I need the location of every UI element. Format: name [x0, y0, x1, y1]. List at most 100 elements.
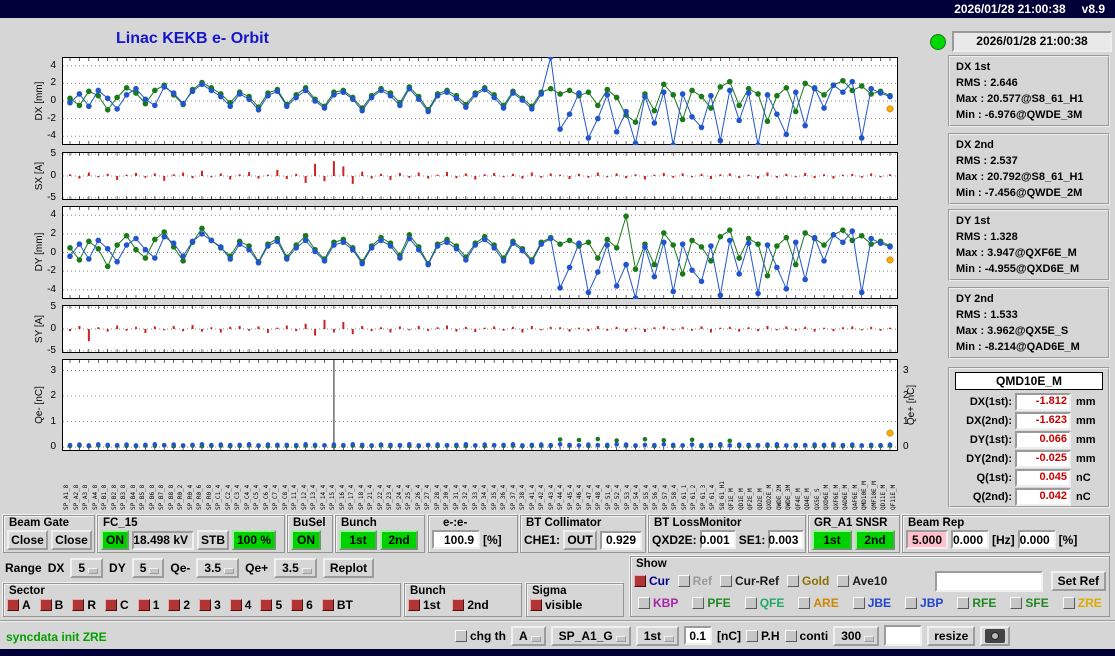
show-checkbox[interactable]	[720, 575, 733, 587]
region-checkbox[interactable]	[1010, 597, 1023, 609]
sector-toggle[interactable]: 6	[291, 598, 313, 612]
ph-toggle[interactable]: P.H	[746, 629, 780, 643]
sector-checkbox[interactable]	[229, 599, 242, 611]
sigma-title: Sigma	[532, 585, 567, 597]
range-qep-select[interactable]: 3.5	[274, 558, 317, 578]
sector-toggle[interactable]: 2	[168, 598, 190, 612]
ref-input[interactable]	[934, 570, 1043, 592]
sector-toggle[interactable]: A	[7, 598, 31, 612]
sector-toggle[interactable]: 3	[199, 598, 221, 612]
sector-toggle[interactable]: BT	[321, 598, 353, 612]
region-checkbox[interactable]	[798, 597, 811, 609]
region-toggle[interactable]: KBP	[638, 596, 678, 610]
bunch-toggle[interactable]: 1st	[408, 598, 440, 612]
sector-checkbox[interactable]	[260, 599, 273, 611]
conti-checkbox[interactable]	[784, 629, 797, 642]
sector-toggle[interactable]: 1	[137, 598, 159, 612]
show-checkbox[interactable]	[787, 575, 800, 587]
region-toggle[interactable]: JBP	[905, 596, 943, 610]
che1-out-button[interactable]: OUT	[563, 530, 598, 550]
region-checkbox[interactable]	[638, 597, 650, 609]
bunch-select[interactable]: 1st	[635, 625, 680, 646]
range-qem-select[interactable]: 3.5	[196, 558, 240, 578]
sigma-checkbox[interactable]	[530, 599, 542, 611]
show-checkbox[interactable]	[634, 575, 646, 587]
show-toggle[interactable]: Gold	[787, 574, 829, 588]
snapshot-button[interactable]	[980, 625, 1011, 646]
show-checkbox[interactable]	[837, 575, 850, 587]
region-checkbox[interactable]	[1062, 597, 1075, 609]
beam-gate-close-a-button[interactable]: Close	[7, 530, 48, 550]
range-dy-select[interactable]: 5	[131, 558, 165, 578]
beam-gate-close-b-button[interactable]: Close	[51, 530, 92, 550]
bpm-label: SP_B6_8	[148, 484, 156, 510]
range-dx-select[interactable]: 5	[70, 558, 104, 578]
show-toggle[interactable]: Cur	[634, 574, 670, 588]
sector-checkbox[interactable]	[7, 599, 19, 611]
region-toggle-label: JBP	[920, 596, 944, 610]
show-toggle[interactable]: Ave10	[837, 574, 887, 588]
bpm-label: QF11E_M	[889, 484, 897, 510]
conti-toggle[interactable]: conti	[784, 629, 828, 643]
region-toggle[interactable]: ARE	[798, 596, 839, 610]
sector-toggle[interactable]: R	[72, 598, 96, 612]
bunch-checkbox[interactable]	[408, 599, 420, 611]
region-checkbox[interactable]	[852, 597, 865, 609]
sector-select[interactable]: A	[511, 625, 546, 646]
sector-checkbox[interactable]	[39, 599, 52, 611]
bpm-select[interactable]: SP_A1_G	[550, 625, 631, 646]
region-checkbox[interactable]	[692, 597, 705, 609]
show-toggle[interactable]: Ref	[677, 574, 712, 588]
stat-min: Min : -7.456@QWDE_2M	[956, 187, 1083, 199]
sector-checkbox[interactable]	[291, 599, 304, 611]
bunch-toggle[interactable]: 2nd	[452, 598, 489, 612]
chg-th-checkbox[interactable]	[455, 629, 467, 642]
fc15-on-button[interactable]: ON	[101, 530, 129, 550]
sector-checkbox[interactable]	[137, 599, 150, 611]
monitor-row: DX(2nd): -1.623 mm	[950, 411, 1108, 430]
replot-button[interactable]: Replot	[322, 558, 375, 578]
sector-checkbox[interactable]	[168, 599, 181, 611]
show-toggle[interactable]: Cur-Ref	[720, 574, 779, 588]
fc15-stb-button[interactable]: STB	[197, 530, 229, 550]
bunch-1st-button[interactable]: 1st	[339, 530, 377, 550]
show-group: Show Cur Ref Cur-Ref Gold Ave10 Set Ref …	[630, 556, 1110, 617]
threshold-field[interactable]: 0.1	[684, 626, 713, 645]
bunch-2nd-button[interactable]: 2nd	[380, 530, 418, 550]
resize-button[interactable]: resize	[927, 625, 976, 646]
busel-on-button[interactable]: ON	[291, 530, 321, 550]
sector-toggle[interactable]: B	[39, 598, 63, 612]
sector-checkbox[interactable]	[105, 599, 118, 611]
region-checkbox[interactable]	[905, 597, 918, 609]
sector-checkbox[interactable]	[321, 599, 334, 611]
interval-select[interactable]: 300	[833, 625, 880, 646]
sector-toggle[interactable]: 4	[229, 598, 251, 612]
region-checkbox[interactable]	[744, 597, 757, 609]
axis-label-sx: SX [A]	[34, 161, 45, 191]
bunch-checkbox[interactable]	[452, 599, 465, 611]
sector-toggle[interactable]: 5	[260, 598, 282, 612]
region-toggle[interactable]: ZRE	[1062, 596, 1102, 610]
sigma-toggle[interactable]: visible	[530, 598, 582, 612]
aux-input[interactable]	[884, 625, 923, 646]
gr-snsr-1st-button[interactable]: 1st	[812, 530, 852, 550]
ph-checkbox[interactable]	[746, 629, 759, 642]
sector-toggle-label: BT	[336, 598, 353, 612]
region-toggle[interactable]: JBE	[852, 596, 891, 610]
region-toggle[interactable]: QFE	[744, 596, 784, 610]
region-toggle[interactable]: SFE	[1010, 596, 1049, 610]
sector-checkbox[interactable]	[72, 599, 85, 611]
show-checkbox[interactable]	[677, 575, 690, 587]
gr-snsr-2nd-button[interactable]: 2nd	[855, 530, 895, 550]
bpm-label: SP_R0_8	[205, 484, 213, 510]
sector-toggle[interactable]: C	[105, 598, 129, 612]
bpm-label: SP_B4_8	[129, 484, 137, 510]
set-ref-button[interactable]: Set Ref	[1050, 571, 1106, 591]
region-toggle[interactable]: PFE	[692, 596, 731, 610]
region-toggle[interactable]: RFE	[957, 596, 996, 610]
region-checkbox[interactable]	[957, 597, 970, 609]
bpm-label: SP_36_4	[500, 484, 507, 510]
monitor-row-label: DY(1st):	[969, 433, 1012, 446]
chg-th-toggle[interactable]: chg th	[455, 629, 506, 643]
sector-checkbox[interactable]	[199, 599, 212, 611]
